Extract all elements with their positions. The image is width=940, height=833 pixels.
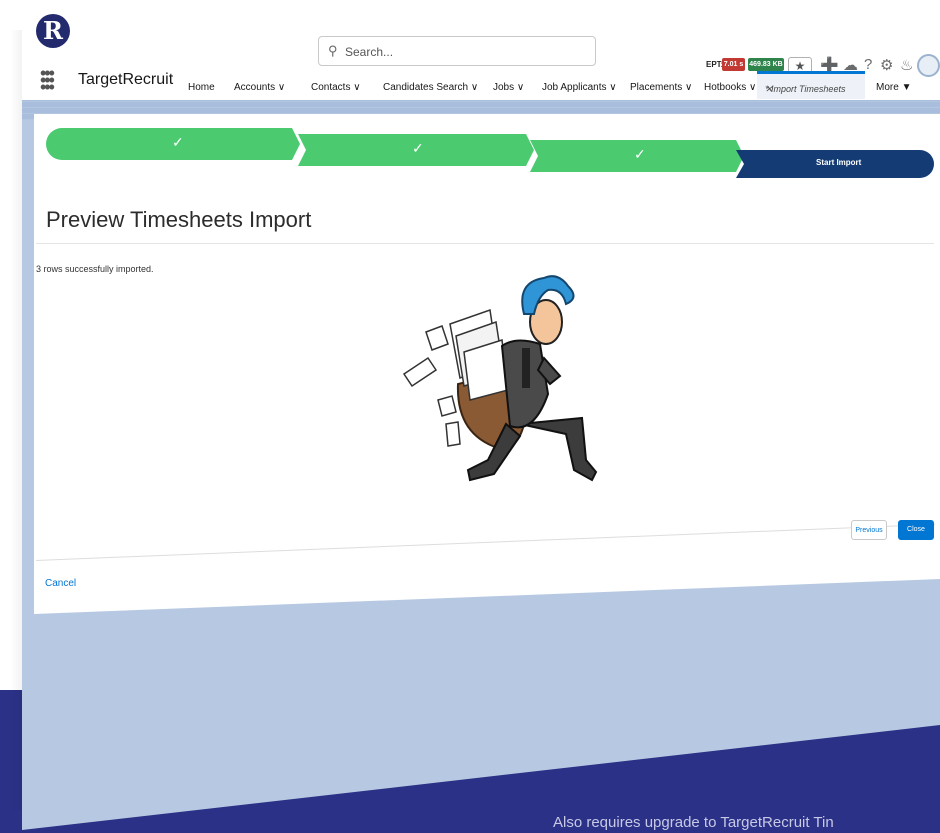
nav-item-hotbooks[interactable]: Hotbooks ∨ — [704, 82, 756, 93]
chevron-down-icon[interactable]: ∨ — [517, 82, 524, 93]
chevron-down-icon[interactable]: ∨ — [353, 82, 360, 93]
nav-item-placements[interactable]: Placements ∨ — [630, 82, 692, 93]
checkmark-icon: ✓ — [634, 146, 646, 162]
page-title: Preview Timesheets Import — [46, 207, 312, 232]
chevron-down-icon[interactable]: ∨ — [471, 82, 478, 93]
close-tab-icon[interactable]: ✕ — [765, 84, 773, 95]
nav-item-accounts[interactable]: Accounts ∨ — [234, 82, 285, 93]
chevron-down-icon[interactable]: ∨ — [278, 82, 285, 93]
close-button[interactable]: Close — [898, 520, 934, 540]
checkmark-icon: ✓ — [412, 140, 424, 156]
tab-label: * Import Timesheets — [765, 84, 846, 94]
search-icon: ⚲ — [328, 43, 338, 58]
nav-item-candidates-search[interactable]: Candidates Search ∨ — [383, 82, 478, 93]
app-launcher-icon[interactable]: ••• ••• ••• — [40, 64, 60, 96]
marketing-caption: Also requires upgrade to TargetRecruit T… — [553, 814, 834, 831]
chevron-down-icon[interactable]: ∨ — [749, 82, 756, 93]
previous-button[interactable]: Previous — [851, 520, 887, 540]
setup-gear-icon[interactable]: ⚙ — [880, 56, 893, 74]
app-name: TargetRecruit — [78, 71, 174, 88]
chevron-down-icon[interactable]: ∨ — [609, 82, 616, 93]
search-placeholder: Search... — [345, 45, 394, 59]
notifications-bell-icon[interactable]: ♨ — [900, 56, 913, 74]
progress-step-2[interactable]: ✓ — [298, 134, 534, 166]
nav-item-job-applicants[interactable]: Job Applicants ∨ — [542, 82, 617, 93]
checkmark-icon: ✓ — [172, 134, 184, 150]
cancel-link[interactable]: Cancel — [45, 578, 76, 589]
nav-more-menu[interactable]: More ▼ — [876, 82, 911, 93]
nav-item-contacts[interactable]: Contacts ∨ — [311, 82, 361, 93]
ept-time-badge: 7.01 s — [722, 58, 745, 71]
tab-import-timesheets[interactable]: * Import Timesheets ✕ — [757, 71, 865, 99]
progress-step-3[interactable]: ✓ — [530, 140, 744, 172]
ept-label: EPT: — [706, 60, 724, 69]
org-logo[interactable]: R — [36, 14, 70, 48]
user-avatar[interactable] — [917, 54, 940, 77]
chevron-down-icon[interactable]: ∨ — [685, 82, 692, 93]
progress-step-1[interactable]: ✓ — [46, 128, 300, 160]
help-icon[interactable]: ? — [864, 56, 872, 73]
ept-size-badge: 469.83 KB — [748, 58, 784, 71]
title-divider — [36, 243, 934, 244]
progress-step-start-import[interactable]: Start Import — [736, 150, 934, 178]
courier-illustration — [402, 275, 598, 482]
nav-item-jobs[interactable]: Jobs ∨ — [493, 82, 524, 93]
global-search-input[interactable]: ⚲ Search... — [318, 36, 596, 66]
step-label: Start Import — [816, 158, 862, 167]
nav-item-home[interactable]: Home — [188, 82, 215, 93]
import-status-message: 3 rows successfully imported. — [36, 264, 154, 274]
